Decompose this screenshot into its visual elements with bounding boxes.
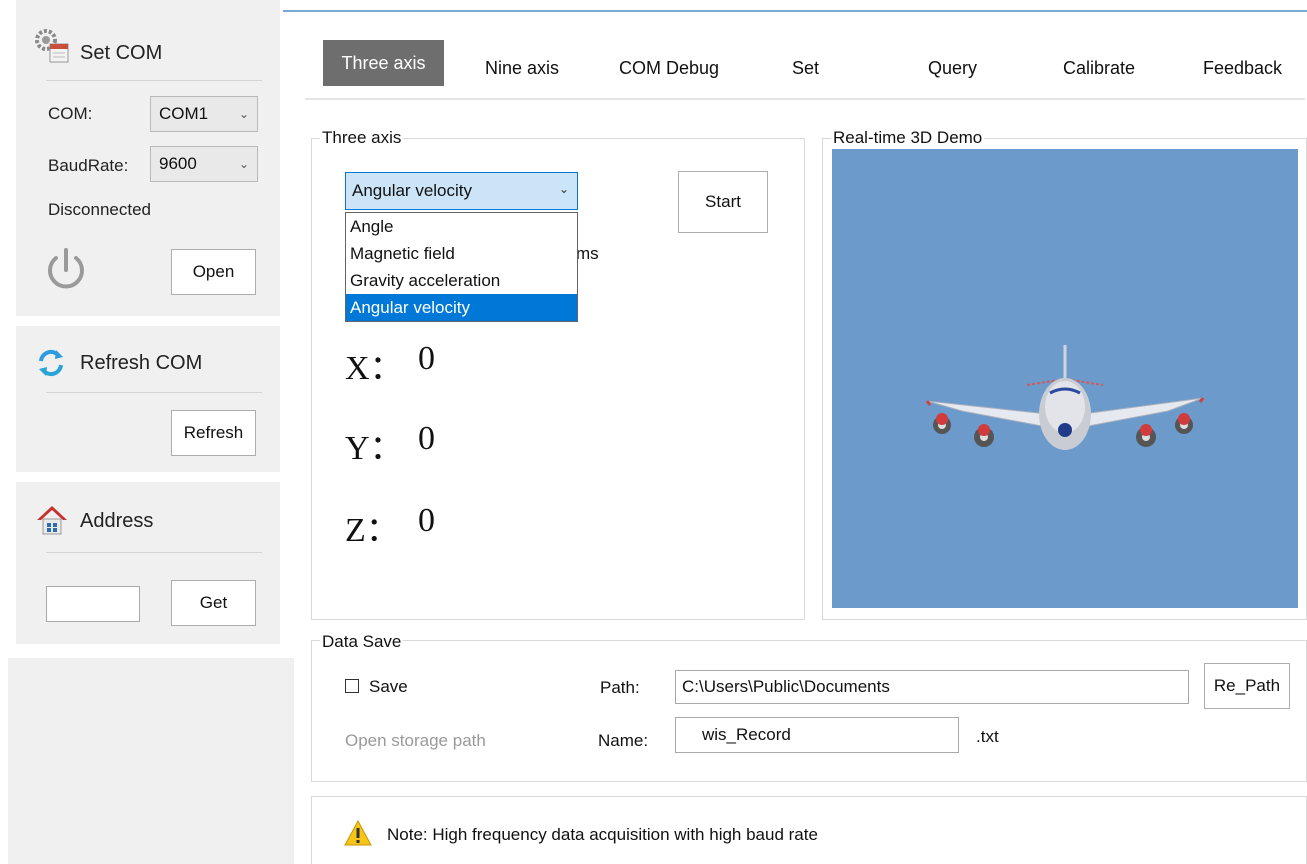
- tab-feedback[interactable]: Feedback: [1203, 58, 1282, 79]
- refresh-com-panel: Refresh COM Refresh: [16, 326, 280, 472]
- airplane-model: [925, 345, 1205, 450]
- dropdown-option-angle[interactable]: Angle: [346, 213, 577, 240]
- tab-nine-axis[interactable]: Nine axis: [485, 58, 559, 79]
- warning-icon: [344, 819, 372, 846]
- set-com-divider: [46, 80, 262, 81]
- start-button[interactable]: Start: [678, 171, 768, 233]
- refresh-com-divider: [46, 392, 262, 393]
- com-label: COM:: [48, 104, 93, 123]
- dropdown-option-gravity-acceleration[interactable]: Gravity acceleration: [346, 267, 577, 294]
- dropdown-option-magnetic-field[interactable]: Magnetic field: [346, 240, 577, 267]
- obscured-text: ms: [576, 244, 599, 263]
- note-text: Note: High frequency data acquisition wi…: [387, 825, 818, 844]
- name-input[interactable]: wis_Record: [675, 717, 959, 753]
- tab-com-debug[interactable]: COM Debug: [619, 58, 719, 79]
- tab-set[interactable]: Set: [792, 58, 819, 79]
- data-save-group: [311, 640, 1307, 782]
- top-accent-line: [283, 10, 1307, 12]
- data-save-group-title: Data Save: [320, 632, 404, 652]
- baudrate-select-value: 9600: [159, 154, 197, 173]
- demo-viewport[interactable]: [832, 149, 1298, 608]
- com-select-value: COM1: [159, 104, 209, 123]
- z-axis-value: 0: [418, 502, 435, 539]
- three-axis-group-title: Three axis: [320, 128, 404, 148]
- refresh-icon: [36, 348, 66, 378]
- com-select[interactable]: COM1 ⌄: [150, 96, 258, 132]
- chevron-down-icon: ⌄: [238, 157, 249, 171]
- data-type-dropdown: Angle Magnetic field Gravity acceleratio…: [345, 212, 578, 322]
- baudrate-select[interactable]: 9600 ⌄: [150, 146, 258, 182]
- sidebar-filler: [8, 658, 294, 864]
- z-axis-label: Z：: [345, 512, 400, 549]
- repath-button[interactable]: Re_Path: [1204, 663, 1290, 709]
- address-panel: Address Get: [16, 482, 280, 644]
- save-checkbox[interactable]: [345, 679, 359, 693]
- set-com-panel: Set COM COM: COM1 ⌄ BaudRate: 9600 ⌄ Dis…: [16, 0, 280, 316]
- tab-three-axis-label: Three axis: [341, 52, 426, 73]
- name-input-value: wis_Record: [702, 725, 791, 744]
- save-checkbox-label[interactable]: Save: [369, 677, 408, 697]
- house-icon: [36, 504, 68, 536]
- set-com-title: Set COM: [80, 42, 163, 64]
- open-button[interactable]: Open: [171, 249, 256, 295]
- x-axis-value: 0: [418, 340, 435, 377]
- baud-label: BaudRate:: [48, 156, 129, 175]
- tab-calibrate[interactable]: Calibrate: [1063, 58, 1135, 79]
- connection-status: Disconnected: [48, 200, 152, 219]
- y-axis-label: Y：: [345, 430, 404, 467]
- open-storage-path-link[interactable]: Open storage path: [345, 731, 486, 751]
- name-label: Name:: [598, 731, 649, 750]
- address-input[interactable]: [46, 586, 140, 622]
- demo-group-title: Real-time 3D Demo: [831, 128, 985, 148]
- chevron-down-icon: ⌄: [558, 182, 569, 196]
- dropdown-option-angular-velocity[interactable]: Angular velocity: [346, 294, 577, 321]
- address-title: Address: [80, 510, 154, 532]
- get-button[interactable]: Get: [171, 580, 256, 626]
- x-axis-label: X：: [345, 350, 404, 387]
- tab-query[interactable]: Query: [928, 58, 977, 79]
- refresh-com-title: Refresh COM: [80, 352, 203, 374]
- data-type-select[interactable]: Angular velocity ⌄: [345, 172, 578, 210]
- y-axis-value: 0: [418, 420, 435, 457]
- gear-icon: [32, 26, 72, 66]
- path-input[interactable]: C:\Users\Public\Documents: [675, 670, 1189, 704]
- refresh-button[interactable]: Refresh: [171, 410, 256, 456]
- path-label: Path:: [600, 678, 640, 697]
- power-icon: [42, 246, 90, 294]
- tabs-bottom-line: [305, 98, 1305, 100]
- file-extension: .txt: [976, 727, 999, 746]
- chevron-down-icon: ⌄: [238, 107, 249, 121]
- address-divider: [46, 552, 262, 553]
- tab-three-axis[interactable]: Three axis: [323, 40, 444, 86]
- data-type-select-value: Angular velocity: [352, 181, 473, 200]
